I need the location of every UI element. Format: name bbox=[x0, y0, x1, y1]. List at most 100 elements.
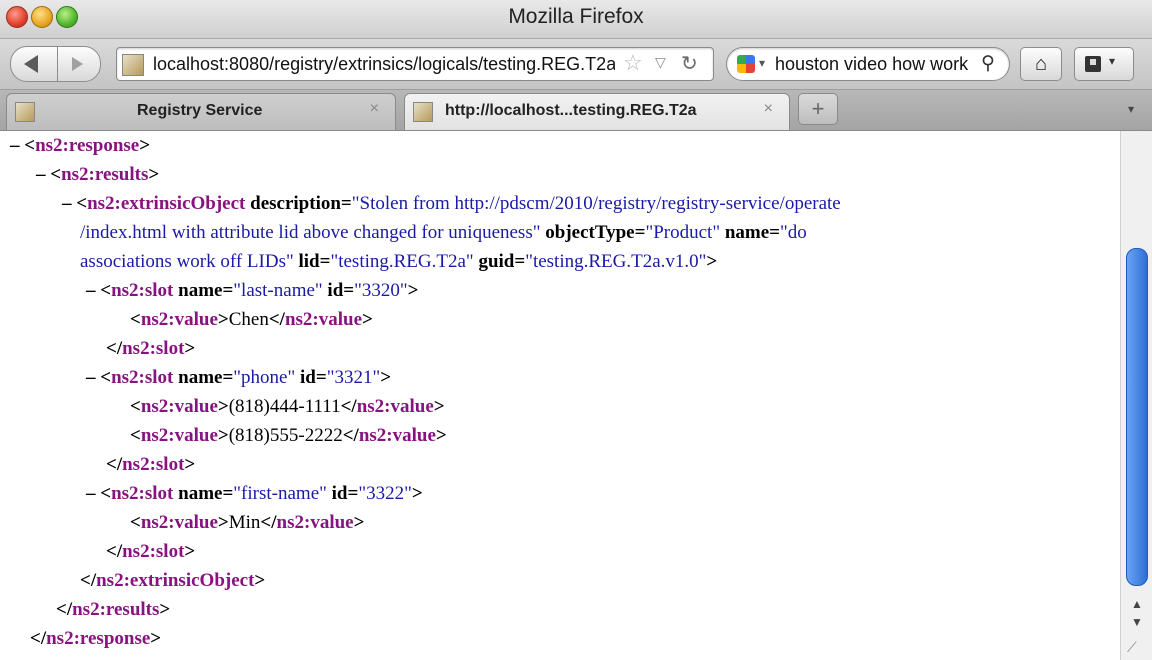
xml-line: </ns2:slot> bbox=[106, 541, 196, 562]
xml-attr-value: 3321 bbox=[334, 367, 373, 388]
xml-line: <ns2:value>Chen</ns2:value> bbox=[130, 309, 373, 330]
xml-line: <ns2:value>Min</ns2:value> bbox=[130, 512, 365, 533]
window-title: Mozilla Firefox bbox=[508, 5, 644, 28]
url-input[interactable]: localhost:8080/registry/extrinsics/logic… bbox=[153, 54, 615, 75]
xml-tag: ns2:extrinsicObject bbox=[87, 193, 246, 214]
xml-attr-name: id bbox=[327, 280, 344, 301]
search-input[interactable]: houston video how work bbox=[775, 54, 983, 75]
tab-registry-service[interactable]: Registry Service × bbox=[6, 93, 396, 130]
search-icon[interactable]: ⚲ bbox=[981, 52, 995, 75]
xml-tag: ns2:slot bbox=[122, 338, 185, 359]
xml-attr-name: name bbox=[178, 367, 223, 388]
xml-attr-name: description bbox=[250, 193, 341, 214]
xml-attr-value: 3322 bbox=[366, 483, 405, 504]
xml-tag: ns2:response bbox=[46, 628, 151, 649]
navigation-toolbar: localhost:8080/registry/extrinsics/logic… bbox=[0, 39, 1152, 90]
search-bar[interactable]: ▾ houston video how work ⚲ bbox=[726, 47, 1010, 81]
tab-label: http://localhost...testing.REG.T2a bbox=[445, 102, 697, 119]
tab-favicon-icon bbox=[413, 102, 433, 122]
collapse-toggle[interactable]: – bbox=[10, 135, 20, 156]
xml-attr-value: do bbox=[787, 222, 807, 243]
collapse-toggle[interactable]: – bbox=[36, 164, 46, 185]
back-button[interactable] bbox=[10, 46, 58, 82]
xml-tag: ns2:slot bbox=[111, 483, 174, 504]
site-favicon-icon bbox=[122, 54, 144, 76]
scrollbar-thumb[interactable] bbox=[1126, 248, 1148, 586]
xml-attr-name: name bbox=[178, 483, 223, 504]
xml-line: </ns2:extrinsicObject> bbox=[80, 570, 266, 591]
url-bar[interactable]: localhost:8080/registry/extrinsics/logic… bbox=[116, 47, 714, 81]
xml-tag: ns2:response bbox=[35, 135, 140, 156]
xml-attr-value: testing.REG.T2a.v1.0 bbox=[532, 251, 699, 272]
xml-attr-value: /index.html with attribute lid above cha… bbox=[80, 222, 533, 243]
xml-tag: ns2:value bbox=[140, 309, 218, 330]
new-tab-button[interactable]: + bbox=[798, 93, 838, 125]
title-bar: Mozilla Firefox bbox=[0, 0, 1152, 39]
xml-line: </ns2:slot> bbox=[106, 338, 196, 359]
xml-text-value: Min bbox=[228, 512, 261, 533]
tab-close-icon[interactable]: × bbox=[370, 100, 379, 118]
xml-text-value: (818)444-1111 bbox=[228, 396, 341, 417]
xml-tag: ns2:value bbox=[140, 512, 218, 533]
xml-attr-value: Product bbox=[653, 222, 713, 243]
tab-close-icon[interactable]: × bbox=[764, 100, 773, 118]
xml-tag: ns2:slot bbox=[122, 454, 185, 475]
forward-button[interactable] bbox=[57, 46, 101, 82]
collapse-toggle[interactable]: – bbox=[86, 367, 96, 388]
xml-line: – <ns2:results> bbox=[36, 164, 160, 185]
xml-attr-value: last-name bbox=[241, 280, 315, 301]
xml-line: associations work off LIDs" lid="testing… bbox=[80, 251, 718, 272]
xml-tag: ns2:value bbox=[140, 396, 218, 417]
home-icon: ⌂ bbox=[1034, 53, 1048, 75]
xml-attr-name: id bbox=[300, 367, 316, 388]
xml-attr-name: id bbox=[331, 483, 348, 504]
xml-line: </ns2:results> bbox=[56, 599, 171, 620]
tab-list-caret-icon[interactable]: ▾ bbox=[1128, 102, 1134, 116]
xml-attr-name: lid bbox=[298, 251, 320, 272]
tab-current-xml[interactable]: http://localhost...testing.REG.T2a × bbox=[404, 93, 790, 130]
back-forward-group bbox=[10, 46, 104, 82]
xml-attr-value: phone bbox=[241, 367, 288, 388]
xml-attr-value: testing.REG.T2a bbox=[338, 251, 466, 272]
xml-text-value: (818)555-2222 bbox=[228, 425, 343, 446]
collapse-toggle[interactable]: – bbox=[86, 483, 96, 504]
tab-strip: Registry Service × http://localhost...te… bbox=[0, 90, 1152, 131]
url-dropdown-icon[interactable]: ▽ bbox=[655, 54, 666, 71]
xml-tag: ns2:slot bbox=[111, 367, 174, 388]
xml-tag: ns2:extrinsicObject bbox=[96, 570, 255, 591]
xml-line: <ns2:value>(818)444-1111</ns2:value> bbox=[130, 396, 445, 417]
bookmarks-caret-icon: ▾ bbox=[1109, 54, 1116, 68]
xml-line: /index.html with attribute lid above cha… bbox=[80, 222, 807, 243]
xml-tag: ns2:value bbox=[284, 309, 363, 330]
vertical-scrollbar[interactable]: ▲ ▼ ⟋ bbox=[1120, 131, 1152, 660]
xml-attr-value: 3320 bbox=[361, 280, 400, 301]
xml-tag: ns2:results bbox=[61, 164, 149, 185]
collapse-toggle[interactable]: – bbox=[62, 193, 72, 214]
tab-favicon-icon bbox=[15, 102, 35, 122]
xml-tag: ns2:slot bbox=[111, 280, 174, 301]
home-button[interactable]: ⌂ bbox=[1020, 47, 1062, 81]
xml-line: – <ns2:response> bbox=[10, 135, 151, 156]
scroll-down-arrow-icon[interactable]: ▼ bbox=[1131, 615, 1143, 629]
xml-attr-name: name bbox=[178, 280, 223, 301]
scroll-up-arrow-icon[interactable]: ▲ bbox=[1131, 597, 1143, 611]
xml-tag: ns2:value bbox=[356, 396, 434, 417]
reload-icon[interactable]: ↻ bbox=[681, 51, 698, 76]
xml-tag: ns2:value bbox=[140, 425, 218, 446]
xml-line: </ns2:response> bbox=[30, 628, 162, 649]
resize-grip-icon[interactable]: ⟋ bbox=[1127, 639, 1137, 656]
xml-line: – <ns2:slot name="phone" id="3321"> bbox=[86, 367, 392, 388]
bookmark-star-icon[interactable]: ☆ bbox=[623, 50, 643, 76]
xml-attr-value: Stolen from http://pdscm/2010/registry/r… bbox=[359, 193, 841, 214]
search-engine-caret-icon[interactable]: ▾ bbox=[759, 56, 765, 70]
bookmarks-button[interactable]: ▾ bbox=[1074, 47, 1134, 81]
xml-document-view: – <ns2:response> – <ns2:results> – <ns2:… bbox=[0, 131, 1120, 660]
xml-line: – <ns2:slot name="first-name" id="3322"> bbox=[86, 483, 423, 504]
back-arrow-icon bbox=[24, 55, 38, 73]
tab-label: Registry Service bbox=[137, 102, 263, 119]
search-engine-icon[interactable] bbox=[737, 55, 755, 73]
collapse-toggle[interactable]: – bbox=[86, 280, 96, 301]
xml-attr-name: objectType bbox=[545, 222, 635, 243]
xml-attr-value: first-name bbox=[241, 483, 320, 504]
xml-line: – <ns2:extrinsicObject description="Stol… bbox=[62, 193, 841, 214]
